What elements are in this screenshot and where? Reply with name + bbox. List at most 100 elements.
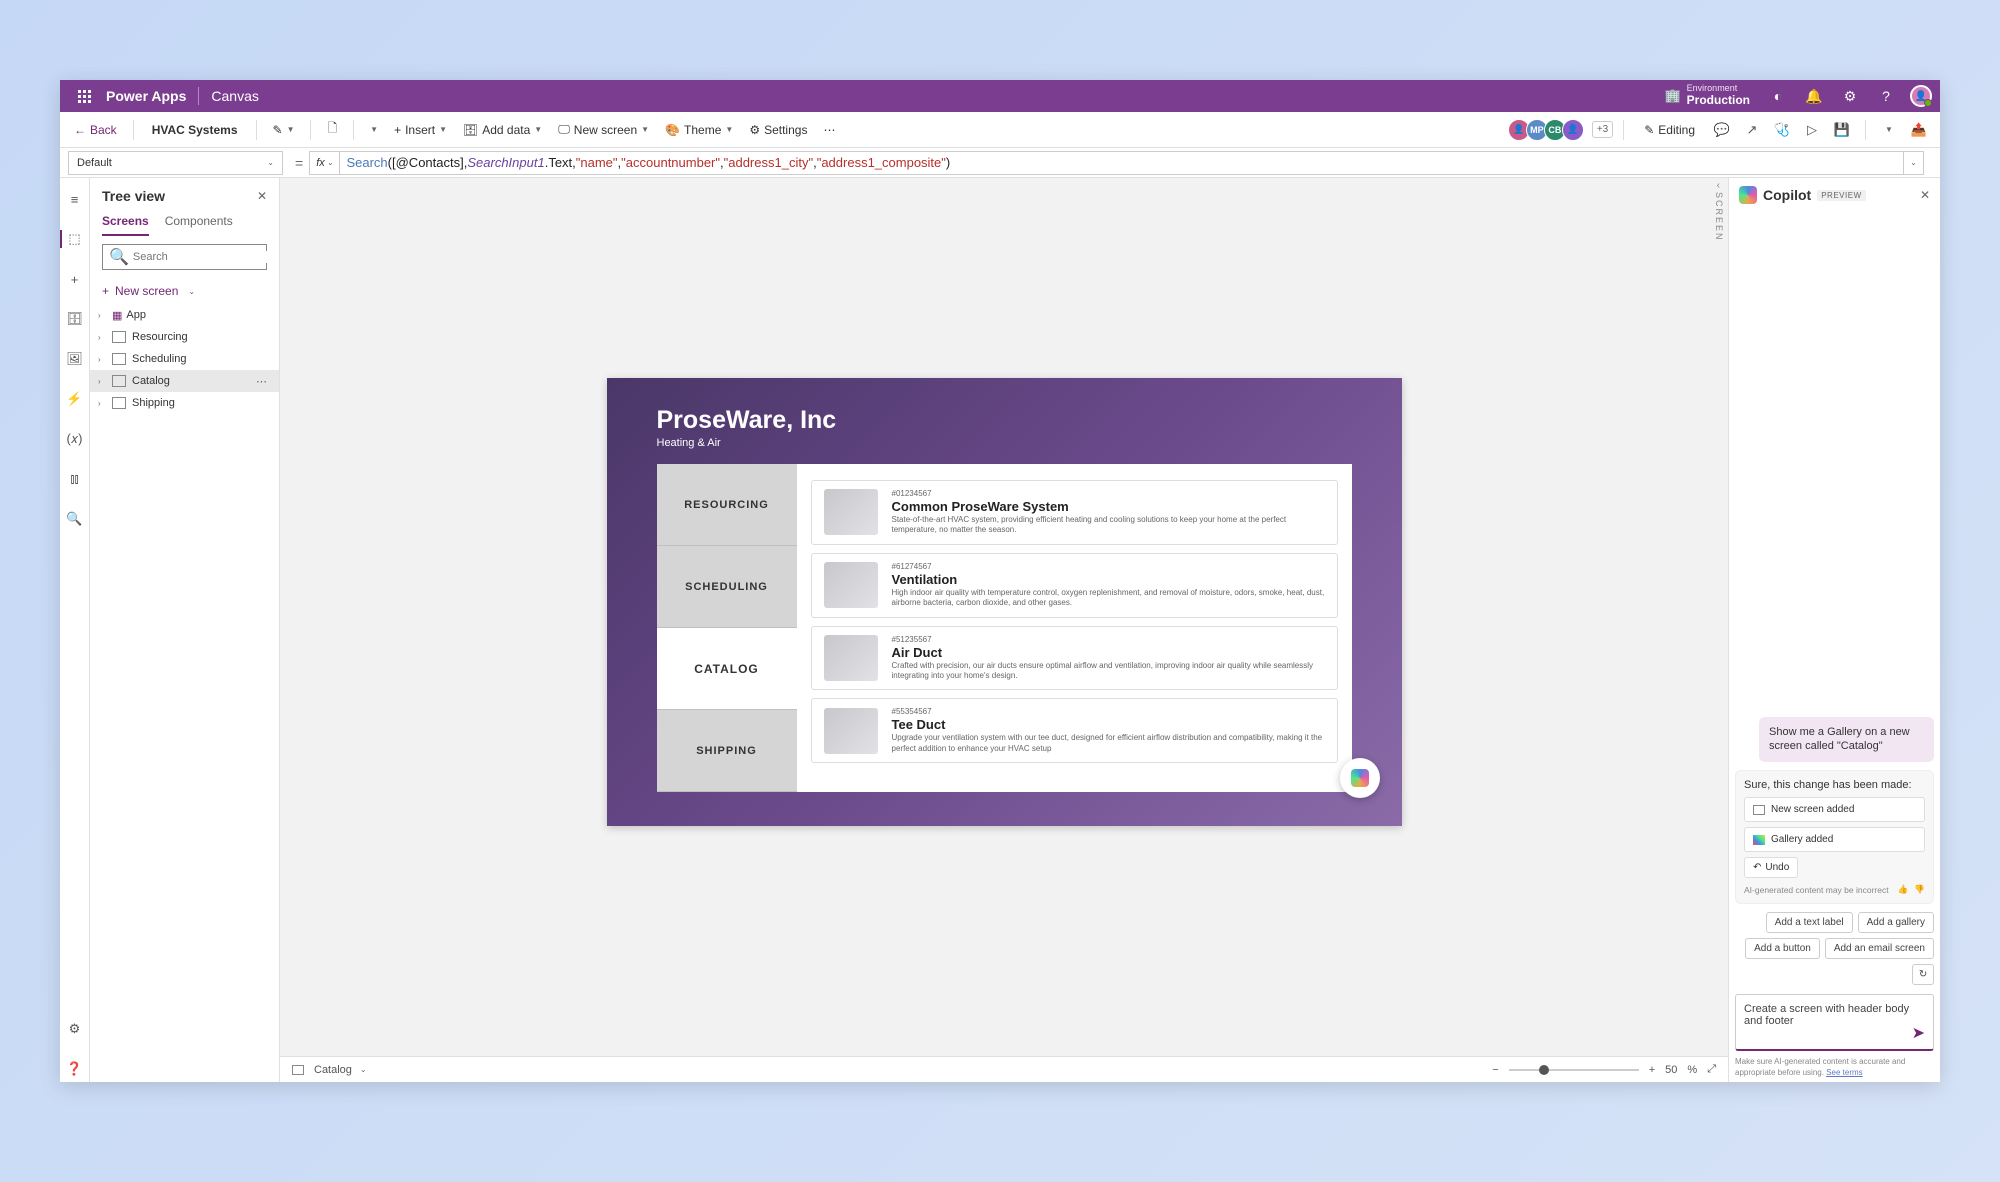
notifications-icon[interactable]: 🔔 bbox=[1798, 80, 1830, 112]
formula-expand-button[interactable]: ⌄ bbox=[1904, 151, 1924, 175]
environment-icon: 🏢 bbox=[1664, 88, 1680, 104]
tree-view-rail-icon[interactable]: ⬚ bbox=[60, 226, 90, 252]
preview-nav-catalog[interactable]: CATALOG bbox=[657, 628, 797, 710]
share-icon[interactable]: ↗ bbox=[1739, 116, 1765, 144]
ask-virtual-agent-rail-icon[interactable]: ❓ bbox=[60, 1056, 90, 1082]
undo-button[interactable]: ↶Undo bbox=[1744, 857, 1798, 878]
screen-icon bbox=[292, 1065, 304, 1075]
gallery-card[interactable]: #01234567Common ProseWare SystemState-of… bbox=[811, 480, 1338, 545]
power-automate-rail-icon[interactable]: ⚡ bbox=[60, 386, 90, 412]
suggestion-add-text-label[interactable]: Add a text label bbox=[1766, 912, 1853, 933]
preview-nav-shipping[interactable]: SHIPPING bbox=[657, 710, 797, 792]
gallery-card[interactable]: #51235567Air DuctCrafted with precision,… bbox=[811, 626, 1338, 691]
send-button[interactable]: ➤ bbox=[1912, 1023, 1925, 1043]
data-rail-icon[interactable]: 🗄 bbox=[60, 306, 90, 332]
search-icon: 🔍 bbox=[109, 247, 129, 267]
environment-switcher[interactable]: 🏢 Environment Production bbox=[1664, 84, 1750, 107]
collab-more-count[interactable]: +3 bbox=[1592, 121, 1613, 138]
save-icon[interactable]: 💾 bbox=[1829, 116, 1855, 144]
insert-button[interactable]: +Insert▼ bbox=[388, 119, 453, 141]
fx-button[interactable]: fx⌄ bbox=[309, 151, 339, 175]
fit-to-window-icon[interactable]: ⤢ bbox=[1707, 1063, 1716, 1076]
property-selector[interactable]: Default ⌄ bbox=[68, 151, 283, 175]
ai-message: Sure, this change has been made: New scr… bbox=[1735, 770, 1934, 904]
tab-components[interactable]: Components bbox=[165, 208, 233, 236]
media-rail-icon[interactable]: 🖼 bbox=[60, 346, 90, 372]
user-avatar[interactable]: 👤 bbox=[1910, 85, 1932, 107]
change-card-gallery[interactable]: Gallery added bbox=[1744, 827, 1925, 852]
preview-nav-scheduling[interactable]: SCHEDULING bbox=[657, 546, 797, 628]
insert-rail-icon[interactable]: + bbox=[60, 266, 90, 292]
screen-icon bbox=[112, 331, 126, 343]
paste-button[interactable]: 🗋 bbox=[321, 115, 343, 144]
zoom-out-button[interactable]: − bbox=[1492, 1064, 1498, 1076]
screen-panel-toggle[interactable]: ‹ bbox=[1717, 180, 1720, 191]
new-screen-tree-button[interactable]: + New screen ⌄ bbox=[90, 278, 279, 304]
suggestion-add-email-screen[interactable]: Add an email screen bbox=[1825, 938, 1934, 959]
suggestion-add-button[interactable]: Add a button bbox=[1745, 938, 1820, 959]
tab-screens[interactable]: Screens bbox=[102, 208, 149, 236]
hamburger-icon[interactable]: ≡ bbox=[60, 186, 90, 212]
collaborator-avatars[interactable]: 👤 MP CB 👤 bbox=[1512, 119, 1584, 141]
tree-close-button[interactable]: ✕ bbox=[257, 189, 267, 203]
editing-mode-button[interactable]: ✎Editing bbox=[1634, 119, 1705, 141]
screen-icon: 🖵 bbox=[558, 122, 570, 137]
header-divider bbox=[198, 87, 199, 105]
search-rail-icon[interactable]: 🔍 bbox=[60, 506, 90, 532]
screen-icon bbox=[1753, 805, 1765, 815]
variables-rail-icon[interactable]: (𝑥) bbox=[60, 426, 90, 452]
selected-screen-dropdown[interactable]: ⌄ bbox=[360, 1065, 367, 1074]
preview-badge: PREVIEW bbox=[1817, 190, 1865, 201]
gallery-card[interactable]: #55354567Tee DuctUpgrade your ventilatio… bbox=[811, 698, 1338, 763]
refresh-suggestions-button[interactable]: ↻ bbox=[1912, 964, 1934, 985]
tree-search-box[interactable]: 🔍 bbox=[102, 244, 267, 270]
zoom-value: 50 bbox=[1665, 1064, 1677, 1076]
settings-rail-icon[interactable]: ⚙ bbox=[60, 1016, 90, 1042]
gallery-card[interactable]: #61274567VentilationHigh indoor air qual… bbox=[811, 553, 1338, 618]
thumbs-up-icon[interactable]: 👍 bbox=[1898, 884, 1909, 895]
checker-icon[interactable]: 🩺 bbox=[1769, 116, 1795, 144]
copilot-input[interactable]: Create a screen with header body and foo… bbox=[1735, 994, 1934, 1051]
preview-nav-resourcing[interactable]: RESOURCING bbox=[657, 464, 797, 546]
tree-item-more-icon[interactable]: ⋯ bbox=[252, 375, 271, 388]
settings-button[interactable]: ⚙Settings bbox=[743, 119, 813, 141]
tree-search-input[interactable] bbox=[133, 251, 275, 263]
tree-item-catalog[interactable]: ›Catalog⋯ bbox=[90, 370, 279, 392]
suggestion-chips-row1: Add a text label Add a gallery bbox=[1735, 912, 1934, 933]
screen-panel-label[interactable]: SCREEN bbox=[1714, 192, 1724, 242]
copilot-logo: Copilot bbox=[1739, 186, 1811, 204]
see-terms-link[interactable]: See terms bbox=[1826, 1068, 1862, 1077]
plus-icon: + bbox=[102, 284, 109, 298]
copilot-close-button[interactable]: ✕ bbox=[1920, 188, 1930, 202]
advanced-rail-icon[interactable]: ⫾⫾ bbox=[60, 466, 90, 492]
ribbon-more[interactable]: ⋯ bbox=[817, 119, 841, 141]
back-button[interactable]: ← Back bbox=[68, 119, 123, 141]
edit-dropdown[interactable]: ✎▼ bbox=[267, 119, 301, 141]
copilot-input-text[interactable]: Create a screen with header body and foo… bbox=[1744, 1003, 1925, 1041]
zoom-slider[interactable] bbox=[1509, 1069, 1639, 1071]
new-screen-button[interactable]: 🖵New screen▼ bbox=[552, 118, 655, 141]
copilot-fab-button[interactable] bbox=[1340, 758, 1380, 798]
theme-button[interactable]: 🎨Theme▼ bbox=[659, 119, 739, 141]
tree-item-app[interactable]: ›▦App bbox=[90, 304, 279, 326]
publish-icon[interactable]: 📤 bbox=[1906, 116, 1932, 144]
publish-dropdown[interactable]: ▼ bbox=[1876, 116, 1902, 144]
tree-item-resourcing[interactable]: ›Resourcing bbox=[90, 326, 279, 348]
play-icon[interactable]: ▷ bbox=[1799, 116, 1825, 144]
app-launcher-icon[interactable] bbox=[68, 80, 100, 112]
paste-dropdown[interactable]: ▼ bbox=[364, 121, 384, 138]
thumbs-down-icon[interactable]: 👎 bbox=[1914, 884, 1925, 895]
globe-icon[interactable]: ◐ bbox=[1762, 80, 1794, 112]
formula-input[interactable]: Search([@Contacts], SearchInput1.Text, "… bbox=[339, 151, 1904, 175]
app-preview-screen[interactable]: ProseWare, Inc Heating & Air RESOURCING … bbox=[607, 378, 1402, 826]
database-icon: 🗄 bbox=[463, 123, 478, 137]
help-icon[interactable]: ? bbox=[1870, 80, 1902, 112]
change-card-screen[interactable]: New screen added bbox=[1744, 797, 1925, 822]
tree-item-scheduling[interactable]: ›Scheduling bbox=[90, 348, 279, 370]
comments-icon[interactable]: 💬 bbox=[1709, 116, 1735, 144]
add-data-button[interactable]: 🗄Add data▼ bbox=[457, 119, 548, 141]
zoom-in-button[interactable]: + bbox=[1649, 1064, 1655, 1076]
settings-icon[interactable]: ⚙ bbox=[1834, 80, 1866, 112]
tree-item-shipping[interactable]: ›Shipping bbox=[90, 392, 279, 414]
suggestion-add-gallery[interactable]: Add a gallery bbox=[1858, 912, 1934, 933]
